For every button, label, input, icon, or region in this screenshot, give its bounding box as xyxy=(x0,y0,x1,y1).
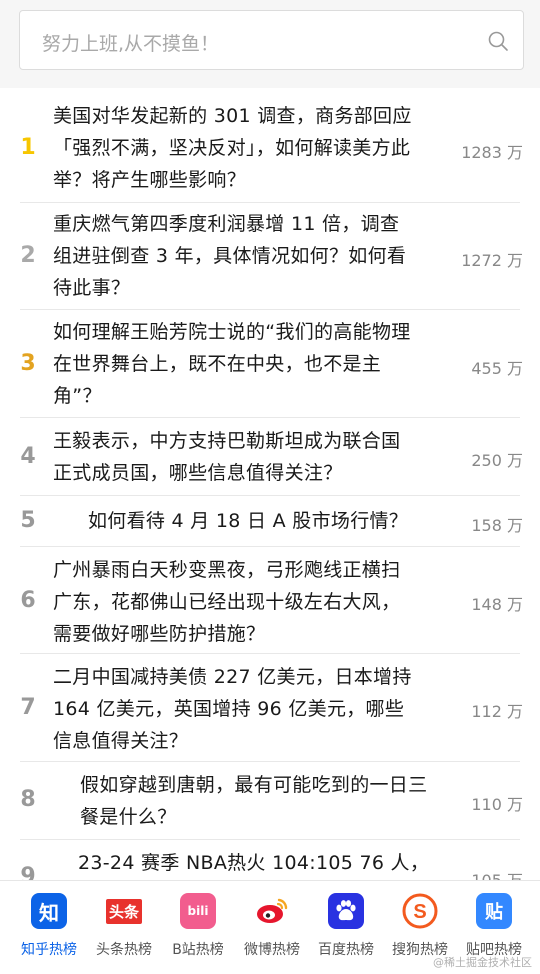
watermark: @稀土掘金技术社区 xyxy=(433,956,532,969)
rank-number: 5 xyxy=(20,508,36,533)
svg-text:S: S xyxy=(413,901,426,923)
rank-number: 1 xyxy=(20,135,36,160)
bilibili-icon: bili xyxy=(180,893,216,929)
rank-number: 8 xyxy=(20,787,36,812)
tab-bilibili[interactable]: bili B站热榜 xyxy=(165,893,231,973)
hot-list[interactable]: 1 美国对华发起新的 301 调查，商务部回应「强烈不满，坚决反对」，如何解读美… xyxy=(0,88,540,880)
rank-number: 3 xyxy=(20,351,36,376)
zhihu-icon: 知 xyxy=(31,893,67,929)
tab-label: 百度热榜 xyxy=(318,942,374,958)
item-title[interactable]: 美国对华发起新的 301 调查，商务部回应「强烈不满，坚决反对」，如何解读美方此… xyxy=(53,100,413,196)
search-icon[interactable] xyxy=(487,30,509,52)
rank-number: 7 xyxy=(20,695,36,720)
bottom-tab-bar: 知 知乎热榜 头条 头条热榜 bili B站热榜 微博热榜 百度热榜 S 搜狗热… xyxy=(0,880,540,974)
tab-zhihu[interactable]: 知 知乎热榜 xyxy=(16,893,82,973)
item-title[interactable]: 假如穿越到唐朝，最有可能吃到的一日三餐是什么？ xyxy=(80,769,430,833)
item-title[interactable]: 广州暴雨白天秒变黑夜，弓形飑线正横扫广东，花都佛山已经出现十级左右大风，需要做好… xyxy=(53,554,413,650)
heat-value: 105 万 xyxy=(443,867,523,880)
item-title[interactable]: 如何看待 4 月 18 日 A 股市场行情？ xyxy=(88,505,428,537)
rank-number: 9 xyxy=(20,864,36,880)
heat-value: 110 万 xyxy=(471,795,523,814)
heat-value: 158 万 xyxy=(471,516,523,535)
heat-value: 112 万 xyxy=(471,702,523,721)
heat-value: 250 万 xyxy=(471,451,523,470)
tab-label: 头条热榜 xyxy=(96,942,152,958)
weibo-icon xyxy=(254,893,290,929)
baidu-icon xyxy=(328,893,364,929)
tab-weibo[interactable]: 微博热榜 xyxy=(239,893,305,973)
sogou-icon: S xyxy=(402,893,438,929)
tab-toutiao[interactable]: 头条 头条热榜 xyxy=(91,893,157,973)
heat-value: 455 万 xyxy=(471,359,523,378)
rank-number: 4 xyxy=(20,444,36,469)
item-title[interactable]: 如何理解王贻芳院士说的“我们的高能物理在世界舞台上，既不在中央，也不是主角”？ xyxy=(53,316,413,412)
item-title[interactable]: 重庆燃气第四季度利润暴增 11 倍，调查组进驻倒查 3 年，具体情况如何？如何看… xyxy=(53,208,413,304)
item-title[interactable]: 二月中国减持美债 227 亿美元，日本增持 164 亿美元，英国增持 96 亿美… xyxy=(53,661,413,757)
tab-label: B站热榜 xyxy=(172,942,224,958)
rank-number: 2 xyxy=(20,243,36,268)
item-title[interactable]: 23-24 赛季 NBA热火 104:105 76 人， xyxy=(78,847,438,879)
tieba-icon: 贴 xyxy=(476,893,512,929)
header: 努力上班,从不摸鱼！ xyxy=(0,0,540,88)
search-box[interactable]: 努力上班,从不摸鱼！ xyxy=(19,10,524,70)
heat-value: 1272 万 xyxy=(461,251,523,270)
heat-value: 1283 万 xyxy=(461,143,523,162)
tab-label: 微博热榜 xyxy=(244,942,300,958)
rank-number: 6 xyxy=(20,588,36,613)
tab-baidu[interactable]: 百度热榜 xyxy=(313,893,379,973)
tab-label: 知乎热榜 xyxy=(21,942,77,958)
heat-value: 148 万 xyxy=(471,595,523,614)
search-input[interactable]: 努力上班,从不摸鱼！ xyxy=(42,29,219,56)
item-title[interactable]: 王毅表示，中方支持巴勒斯坦成为联合国正式成员国，哪些信息值得关注？ xyxy=(53,425,413,489)
toutiao-icon: 头条 xyxy=(106,893,142,929)
